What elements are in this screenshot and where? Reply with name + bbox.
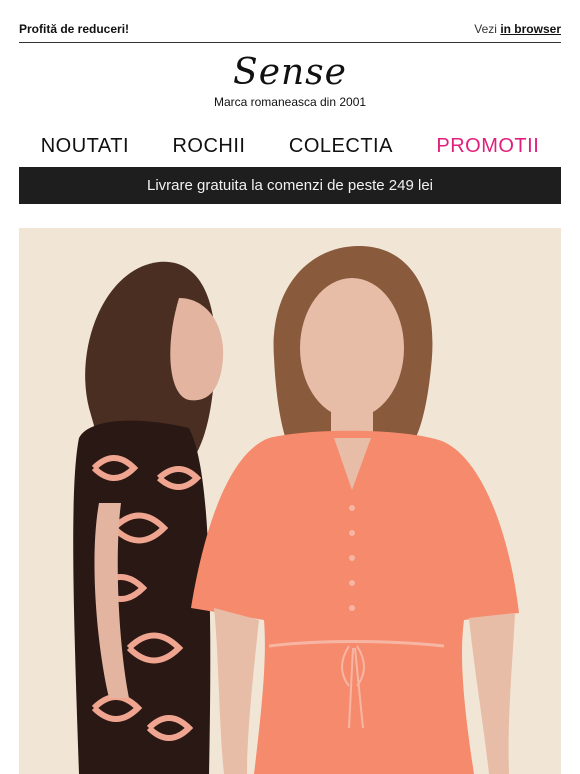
free-shipping-banner[interactable]: Livrare gratuita la comenzi de peste 249…: [19, 167, 561, 204]
top-bar: Profită de reduceri! Vezi in browser: [19, 22, 561, 43]
model-left: [73, 261, 224, 774]
banner-text: Livrare gratuita la comenzi de peste 249…: [147, 177, 433, 194]
view-prefix: Vezi: [474, 22, 497, 36]
view-in-browser: Vezi in browser: [474, 22, 561, 36]
hero-illustration: [19, 228, 561, 774]
brand-logo[interactable]: Sense: [0, 52, 580, 93]
nav-item-rochii[interactable]: ROCHII: [172, 135, 245, 158]
promo-text: Profită de reduceri!: [19, 22, 130, 36]
hero-image[interactable]: [19, 228, 561, 774]
brand-tagline: Marca romaneasca din 2001: [213, 95, 367, 109]
view-in-browser-link[interactable]: in browser: [500, 22, 561, 36]
nav-item-colectia[interactable]: COLECTIA: [289, 135, 393, 158]
nav-item-noutati[interactable]: NOUTATI: [41, 135, 129, 158]
nav-item-promotii[interactable]: PROMOTII: [436, 135, 539, 158]
main-nav: NOUTATI ROCHII COLECTIA PROMOTII: [19, 132, 561, 160]
